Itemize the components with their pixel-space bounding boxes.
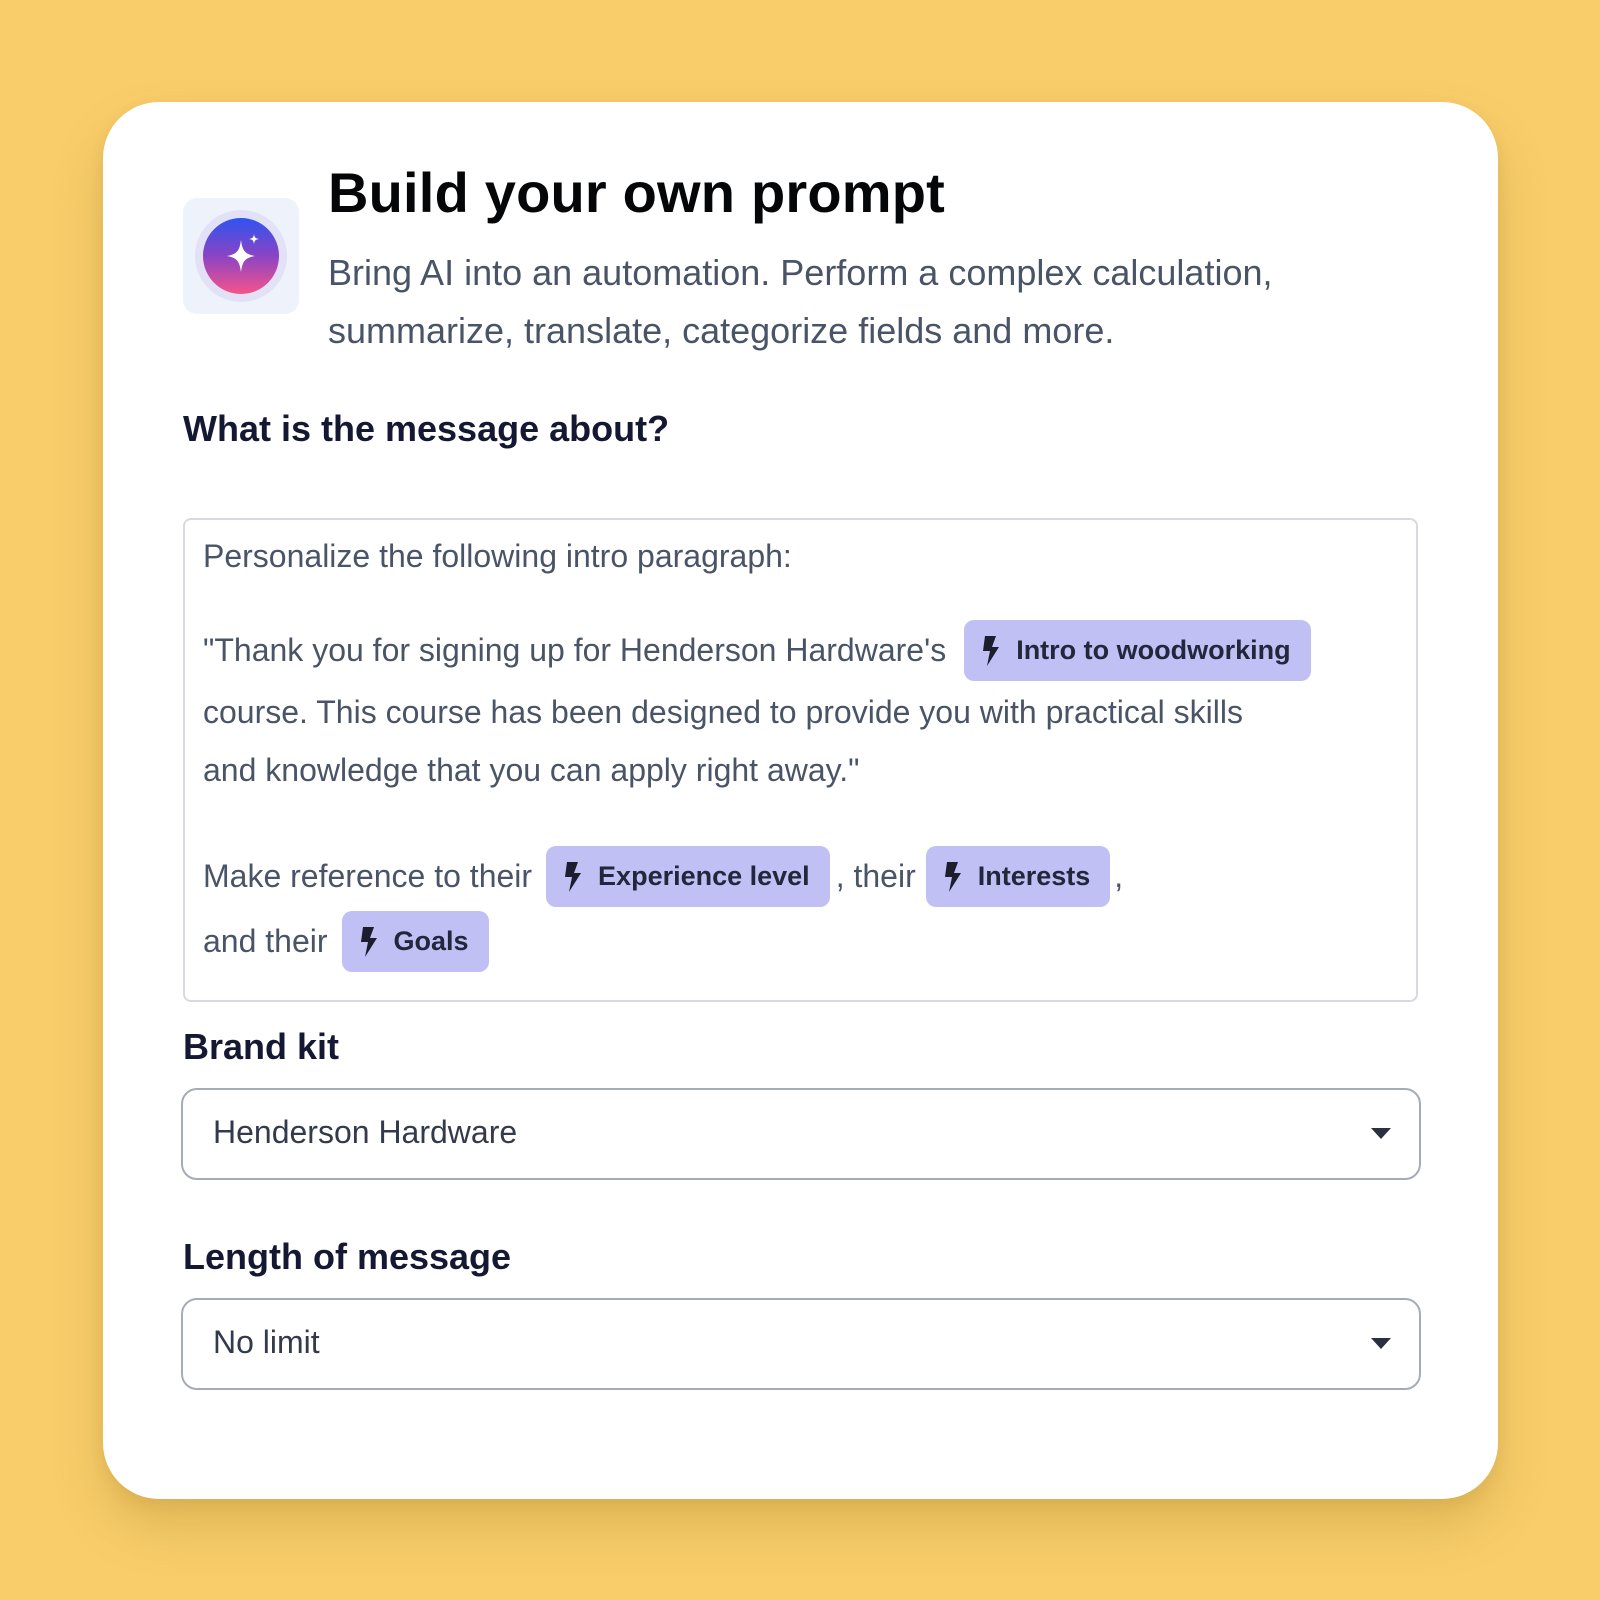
variable-chip-course[interactable]: Intro to woodworking: [964, 620, 1311, 681]
sparkle-icon: [203, 218, 279, 294]
chip-label: Experience level: [598, 861, 810, 891]
prompt-line: Personalize the following intro paragrap…: [203, 538, 792, 575]
bolt-icon: [565, 861, 582, 892]
prompt-text: course. This course has been designed to…: [203, 694, 1243, 730]
variable-chip-interests[interactable]: Interests: [925, 846, 1111, 907]
length-select[interactable]: No limit: [181, 1298, 1421, 1390]
bolt-icon: [360, 926, 377, 957]
brand-kit-value: Henderson Hardware: [213, 1114, 518, 1150]
prompt-line: and their Goals: [203, 911, 489, 972]
variable-chip-goals[interactable]: Goals: [341, 911, 489, 972]
prompt-builder-card: Build your own prompt Bring AI into an a…: [103, 102, 1498, 1499]
chip-label: Goals: [393, 926, 469, 956]
chip-label: Intro to woodworking: [1016, 635, 1291, 665]
ai-icon-ring: [195, 210, 287, 302]
prompt-line: Make reference to their Experience level…: [203, 846, 1123, 907]
brand-kit-label: Brand kit: [183, 1026, 340, 1067]
prompt-text: and their: [203, 923, 328, 959]
chevron-down-icon: [1371, 1338, 1391, 1349]
bolt-icon: [983, 635, 1000, 666]
length-value: No limit: [213, 1324, 320, 1360]
ai-icon-tile: [183, 198, 299, 314]
brand-kit-select[interactable]: Henderson Hardware: [181, 1088, 1421, 1180]
prompt-line: "Thank you for signing up for Henderson …: [203, 620, 1311, 681]
chip-label: Interests: [977, 861, 1091, 891]
bolt-icon: [944, 861, 961, 892]
prompt-editor[interactable]: Personalize the following intro paragrap…: [183, 518, 1418, 1002]
chevron-down-icon: [1371, 1128, 1391, 1139]
prompt-text: Make reference to their: [203, 858, 533, 894]
prompt-text: Personalize the following intro paragrap…: [203, 538, 792, 574]
prompt-text: , their: [835, 858, 916, 894]
prompt-text: "Thank you for signing up for Henderson …: [203, 632, 947, 668]
page-subtitle: Bring AI into an automation. Perform a c…: [328, 252, 1273, 351]
prompt-line: course. This course has been designed to…: [203, 694, 1243, 731]
prompt-line: and knowledge that you can apply right a…: [203, 752, 860, 789]
length-label: Length of message: [183, 1236, 512, 1277]
page-title: Build your own prompt: [328, 161, 946, 224]
variable-chip-experience-level[interactable]: Experience level: [546, 846, 830, 907]
prompt-text: ,: [1114, 858, 1124, 894]
prompt-label: What is the message about?: [183, 408, 670, 449]
prompt-text: and knowledge that you can apply right a…: [203, 752, 860, 788]
